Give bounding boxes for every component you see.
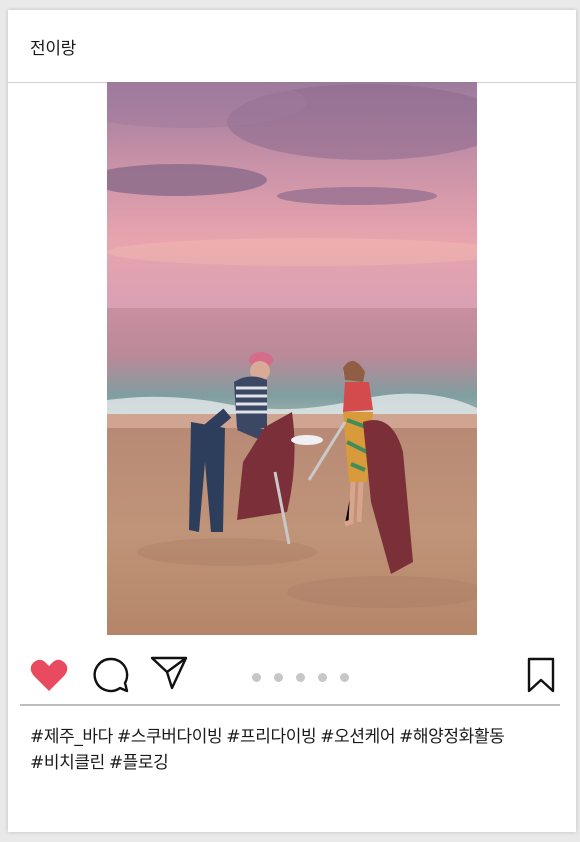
hashtag-caption: #제주_바다 #스쿠버다이빙 #프리다이빙 #오션케어 #해양정화활동 #비치클린 #플로… bbox=[30, 724, 560, 776]
send-icon[interactable] bbox=[150, 654, 188, 692]
carousel-dot bbox=[340, 673, 350, 682]
comment-icon[interactable] bbox=[92, 656, 130, 694]
hashtag[interactable]: #해양정화활동 bbox=[399, 727, 505, 747]
beach-cleanup-photo bbox=[107, 82, 477, 635]
divider bbox=[20, 704, 560, 706]
hashtag[interactable]: #오션케어 bbox=[320, 727, 395, 747]
carousel-dot bbox=[274, 673, 284, 682]
hashtag[interactable]: #제주_바다 bbox=[30, 727, 113, 747]
hashtag[interactable]: #스쿠버다이빙 bbox=[117, 727, 223, 747]
post-card: 전이랑 #제주_바다 #스쿠버다이빙 #프리다이빙 #오션케어 #해양정화활동 … bbox=[8, 10, 576, 832]
post-header: 전이랑 bbox=[8, 10, 576, 83]
hashtag[interactable]: #플로깅 bbox=[109, 753, 169, 773]
bookmark-icon[interactable] bbox=[526, 657, 556, 693]
post-photo[interactable] bbox=[107, 82, 477, 635]
heart-icon[interactable] bbox=[30, 658, 68, 692]
hashtag[interactable]: #비치클린 bbox=[30, 753, 105, 773]
carousel-indicator bbox=[252, 667, 357, 682]
hashtag[interactable]: #프리다이빙 bbox=[226, 727, 316, 747]
username[interactable]: 전이랑 bbox=[30, 34, 76, 59]
carousel-dot bbox=[296, 673, 306, 682]
carousel-dot bbox=[318, 673, 328, 682]
carousel-dot bbox=[252, 673, 261, 682]
action-bar bbox=[8, 650, 576, 702]
